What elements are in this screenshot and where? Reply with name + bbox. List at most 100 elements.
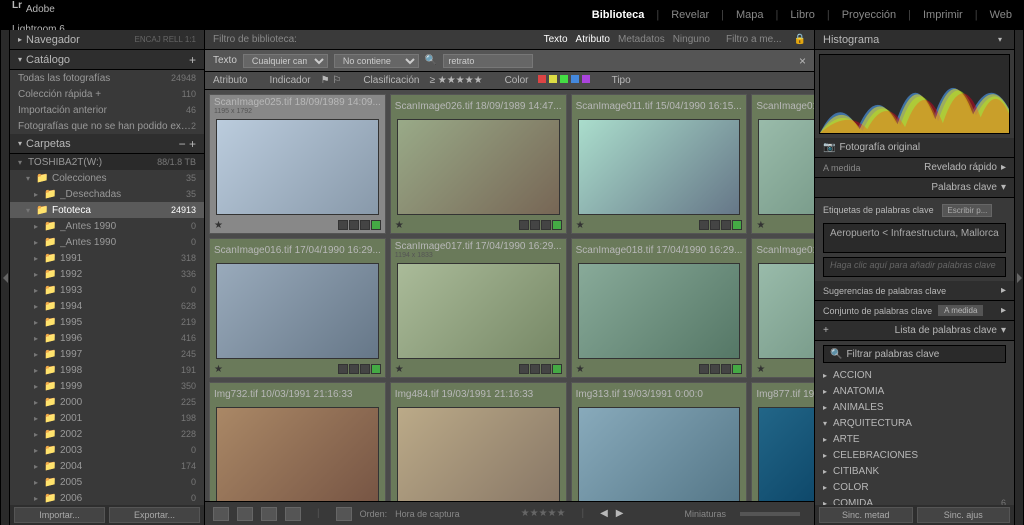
thumbnail-cell[interactable]: ScanImage016.tif 17/04/1990 16:29... ★ <box>209 238 386 378</box>
module-tab-revelar[interactable]: Revelar <box>671 9 709 21</box>
catalog-item[interactable]: Todas las fotografías24948 <box>10 70 204 86</box>
folder-row[interactable]: ▸📁1997245 <box>10 346 204 362</box>
original-photo-row[interactable]: 📷Fotografía original <box>815 138 1014 158</box>
catalog-header[interactable]: ▾Catálogo+ <box>10 50 204 70</box>
grid-view-button[interactable] <box>213 507 229 521</box>
folder-row[interactable]: ▸📁_Antes 19900 <box>10 234 204 250</box>
module-tab-imprimir[interactable]: Imprimir <box>923 9 963 21</box>
catalog-item[interactable]: Colección rápida +110 <box>10 86 204 102</box>
keyword-filter-input[interactable]: 🔍Filtrar palabras clave <box>823 345 1006 363</box>
attr-tipo[interactable]: Tipo <box>612 75 631 86</box>
thumbnail-cell[interactable]: ScanImage026.tif 18/09/1989 14:47... ★ <box>390 94 567 234</box>
attr-atributo: Atributo <box>213 75 247 86</box>
keywords-header[interactable]: Palabras clave▾ <box>815 178 1014 198</box>
attr-clasificación[interactable]: Clasificación <box>363 75 419 86</box>
text-rule-select[interactable]: No contiene <box>334 54 419 68</box>
keyword-item[interactable]: ▸COMIDA6 <box>815 495 1014 505</box>
keyword-item[interactable]: ▸CELEBRACIONES <box>815 447 1014 463</box>
thumbnail-cell[interactable]: Img732.tif 10/03/1991 21:16:33 ★ <box>209 382 386 501</box>
keyword-item[interactable]: ▸ANATOMIA <box>815 383 1014 399</box>
folder-row[interactable]: ▸📁2004174 <box>10 458 204 474</box>
current-keywords[interactable]: Aeropuerto < Infraestructura, Mallorca <box>823 223 1006 253</box>
folder-row[interactable]: ▸📁20050 <box>10 474 204 490</box>
survey-view-button[interactable] <box>285 507 301 521</box>
filter-tab-texto[interactable]: Texto <box>544 34 568 45</box>
folder-row[interactable]: ▸📁1999350 <box>10 378 204 394</box>
folder-row[interactable]: ▸📁1998191 <box>10 362 204 378</box>
keyword-item[interactable]: ▸ACCION <box>815 367 1014 383</box>
module-tab-web[interactable]: Web <box>990 9 1012 21</box>
folder-row[interactable]: ▸📁1994628 <box>10 298 204 314</box>
thumbnail-cell[interactable]: ScanImage017.tif 17/04/1990 16:29...1194… <box>390 238 567 378</box>
painter-tool[interactable] <box>336 507 352 521</box>
play-button[interactable]: ▶ <box>616 508 624 519</box>
module-tab-proyección[interactable]: Proyección <box>842 9 896 21</box>
filter-tab-atributo[interactable]: Atributo <box>576 34 610 45</box>
close-filter-icon[interactable]: × <box>799 54 806 68</box>
text-field-select[interactable]: Cualquier campo en... <box>243 54 328 68</box>
thumbnail-cell[interactable]: Img313.tif 19/03/1991 0:00:0 ★ <box>571 382 748 501</box>
loupe-view-button[interactable] <box>237 507 253 521</box>
thumbnail-cell[interactable]: ScanImage019.tif 17/04/1990 16:29... ★ <box>751 238 814 378</box>
keyword-item[interactable]: ▸CITIBANK <box>815 463 1014 479</box>
folders-header[interactable]: ▾Carpetas− + <box>10 134 204 154</box>
keyword-item[interactable]: ▸COLOR <box>815 479 1014 495</box>
filter-tab-metadatos[interactable]: Metadatos <box>618 34 665 45</box>
left-panel-toggle[interactable] <box>0 30 10 525</box>
module-tab-biblioteca[interactable]: Biblioteca <box>592 9 645 21</box>
keyword-item[interactable]: ▾ARQUITECTURA <box>815 415 1014 431</box>
histogram-display <box>819 54 1010 134</box>
filter-tab-ninguno[interactable]: Ninguno <box>673 34 710 45</box>
keyword-write-button[interactable]: Escribir p... <box>942 204 992 217</box>
keyword-set-header[interactable]: Conjunto de palabras claveA medida▸ <box>815 301 1014 321</box>
catalog-item[interactable]: Fotografías que no se han podido exp...2 <box>10 118 204 134</box>
attr-indicador[interactable]: Indicador <box>269 75 310 86</box>
keyword-list-header[interactable]: +Lista de palabras clave▾ <box>815 321 1014 341</box>
thumbnail-cell[interactable]: ScanImage011.tif 15/04/1990 16:15... ★ <box>571 94 748 234</box>
folder-row[interactable]: ▸📁1995219 <box>10 314 204 330</box>
folder-row[interactable]: ▸📁1991318 <box>10 250 204 266</box>
import-button[interactable]: Importar... <box>14 507 105 523</box>
navigator-header[interactable]: ▸NavegadorENCAJ RELL 1:1 <box>10 30 204 50</box>
prev-button[interactable]: ◀ <box>600 508 608 519</box>
attr-color[interactable]: Color <box>505 75 529 86</box>
module-tab-mapa[interactable]: Mapa <box>736 9 764 21</box>
filter-preset[interactable]: Filtro a me... <box>726 34 782 45</box>
module-tab-libro[interactable]: Libro <box>790 9 814 21</box>
compare-view-button[interactable] <box>261 507 277 521</box>
rating-stars[interactable]: ★★★★★ <box>521 508 566 519</box>
keyword-item[interactable]: ▸ARTE <box>815 431 1014 447</box>
thumbnail-cell[interactable]: ScanImage025.tif 18/09/1989 14:09...1195… <box>209 94 386 234</box>
sort-value[interactable]: Hora de captura <box>395 509 460 519</box>
keyword-item[interactable]: ▸ANIMALES <box>815 399 1014 415</box>
thumbnail-cell[interactable]: Img877.tif 19/03/1991 0:00:00 ★ <box>751 382 814 501</box>
sync-metadata-button[interactable]: Sinc. metad <box>819 507 913 523</box>
catalog-item[interactable]: Importación anterior46 <box>10 102 204 118</box>
right-panel-toggle[interactable] <box>1014 30 1024 525</box>
folder-row[interactable]: ▸📁20030 <box>10 442 204 458</box>
folder-row[interactable]: ▸📁2000225 <box>10 394 204 410</box>
folder-row[interactable]: ▸📁1992336 <box>10 266 204 282</box>
keyword-suggestions-header[interactable]: Sugerencias de palabras clave▸ <box>815 281 1014 301</box>
lock-icon[interactable]: 🔒 <box>794 34 806 45</box>
volume-row[interactable]: ▾TOSHIBA2T(W:)88/1.8 TB <box>10 154 204 170</box>
export-button[interactable]: Exportar... <box>109 507 200 523</box>
thumbnail-cell[interactable]: Img484.tif 19/03/1991 21:16:33 ★ <box>390 382 567 501</box>
folder-row[interactable]: ▸📁1996416 <box>10 330 204 346</box>
thumb-size-slider[interactable] <box>740 512 800 516</box>
folder-row[interactable]: ▸📁20060 <box>10 490 204 505</box>
histogram-header[interactable]: Histograma▾ <box>815 30 1014 50</box>
quick-develop-header[interactable]: A medidaRevelado rápido▸ <box>815 158 1014 178</box>
folder-row[interactable]: ▾📁Colecciones35 <box>10 170 204 186</box>
folder-row[interactable]: ▸📁_Desechadas35 <box>10 186 204 202</box>
folder-row[interactable]: ▸📁19930 <box>10 282 204 298</box>
add-keyword-input[interactable]: Haga clic aquí para añadir palabras clav… <box>823 257 1006 277</box>
text-filter-input[interactable] <box>443 54 533 68</box>
folder-row[interactable]: ▸📁_Antes 19900 <box>10 218 204 234</box>
thumbnail-cell[interactable]: ScanImage018.tif 17/04/1990 16:29... ★ <box>571 238 748 378</box>
thumbnail-cell[interactable]: ScanImage012.tif 15/04/1990 16:19... ★ <box>751 94 814 234</box>
folder-row[interactable]: ▸📁2001198 <box>10 410 204 426</box>
folder-row[interactable]: ▸📁2002228 <box>10 426 204 442</box>
sync-settings-button[interactable]: Sinc. ajus <box>917 507 1011 523</box>
folder-row[interactable]: ▾📁Fototeca24913 <box>10 202 204 218</box>
